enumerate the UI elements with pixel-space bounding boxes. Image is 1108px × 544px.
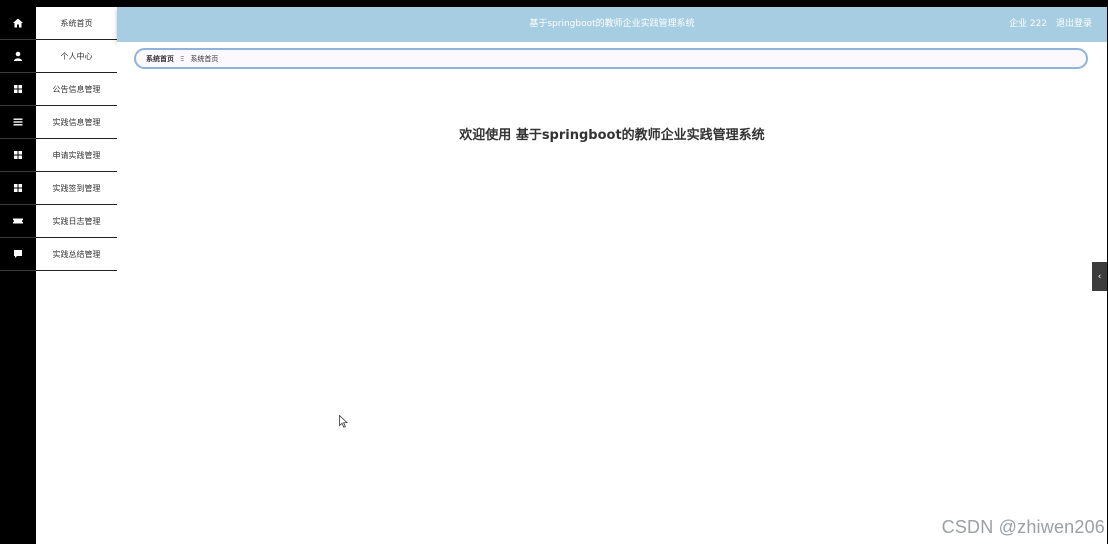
main-content: 系统首页 Ξ 系统首页 欢迎使用 基于springboot的教师企业实践管理系统 <box>117 42 1107 544</box>
rail-item-signin[interactable] <box>0 172 36 205</box>
app-title: 基于springboot的教师企业实践管理系统 <box>529 19 695 29</box>
ticket-icon <box>13 218 23 224</box>
rail-item-home[interactable] <box>0 7 36 40</box>
side-panel-toggle[interactable]: ‹ <box>1092 262 1107 291</box>
rail-item-apply[interactable] <box>0 139 36 172</box>
rail-item-practice-info[interactable] <box>0 106 36 139</box>
menu-item-label: 个人中心 <box>60 51 93 61</box>
icon-rail <box>0 7 36 544</box>
top-header: 基于springboot的教师企业实践管理系统 企业 222 退出登录 <box>117 7 1107 42</box>
user-name: 企业 222 <box>1009 19 1048 29</box>
watermark: CSDN @zhiwen206 <box>941 517 1105 537</box>
grid-icon <box>14 151 22 159</box>
mouse-cursor-icon <box>339 415 348 428</box>
menu-item-label: 公告信息管理 <box>52 84 101 94</box>
breadcrumb-separator: Ξ <box>180 54 185 63</box>
menu-item-notice[interactable]: 公告信息管理 <box>36 73 117 106</box>
menu-item-summary[interactable]: 实践总结管理 <box>36 238 117 271</box>
rail-item-log[interactable] <box>0 205 36 238</box>
grid-icon <box>14 184 22 192</box>
home-icon <box>13 18 23 28</box>
grid-icon <box>14 85 22 93</box>
logout-button[interactable]: 退出登录 <box>1056 19 1092 29</box>
breadcrumb-current: 系统首页 <box>190 54 219 63</box>
menu-item-home[interactable]: 系统首页 <box>36 7 117 40</box>
menu-item-label: 实践日志管理 <box>52 216 101 226</box>
menu-item-personal-center[interactable]: 个人中心 <box>36 40 117 73</box>
rail-item-notice[interactable] <box>0 73 36 106</box>
chevron-left-icon: ‹ <box>1097 271 1102 282</box>
menu-item-signin[interactable]: 实践签到管理 <box>36 172 117 205</box>
user-area: 企业 222 退出登录 <box>1003 7 1092 42</box>
rail-item-summary[interactable] <box>0 238 36 271</box>
menu-item-log[interactable]: 实践日志管理 <box>36 205 117 238</box>
menu-item-apply[interactable]: 申请实践管理 <box>36 139 117 172</box>
sidebar-menu: 系统首页 个人中心 公告信息管理 实践信息管理 申请实践管理 实践签到管理 实践… <box>36 7 118 544</box>
breadcrumb-root[interactable]: 系统首页 <box>146 54 174 64</box>
breadcrumb: 系统首页 Ξ 系统首页 <box>134 48 1088 69</box>
menu-item-label: 系统首页 <box>60 18 93 28</box>
list-icon <box>13 118 23 126</box>
menu-item-practice-info[interactable]: 实践信息管理 <box>36 106 117 139</box>
menu-item-label: 实践签到管理 <box>52 183 101 193</box>
rail-item-user[interactable] <box>0 40 36 73</box>
menu-item-label: 实践信息管理 <box>52 117 101 127</box>
user-icon <box>14 51 22 61</box>
top-strip <box>0 0 1108 7</box>
menu-item-label: 申请实践管理 <box>52 150 101 160</box>
comment-icon <box>14 250 22 258</box>
welcome-heading: 欢迎使用 基于springboot的教师企业实践管理系统 <box>459 128 765 143</box>
menu-item-label: 实践总结管理 <box>52 249 101 259</box>
